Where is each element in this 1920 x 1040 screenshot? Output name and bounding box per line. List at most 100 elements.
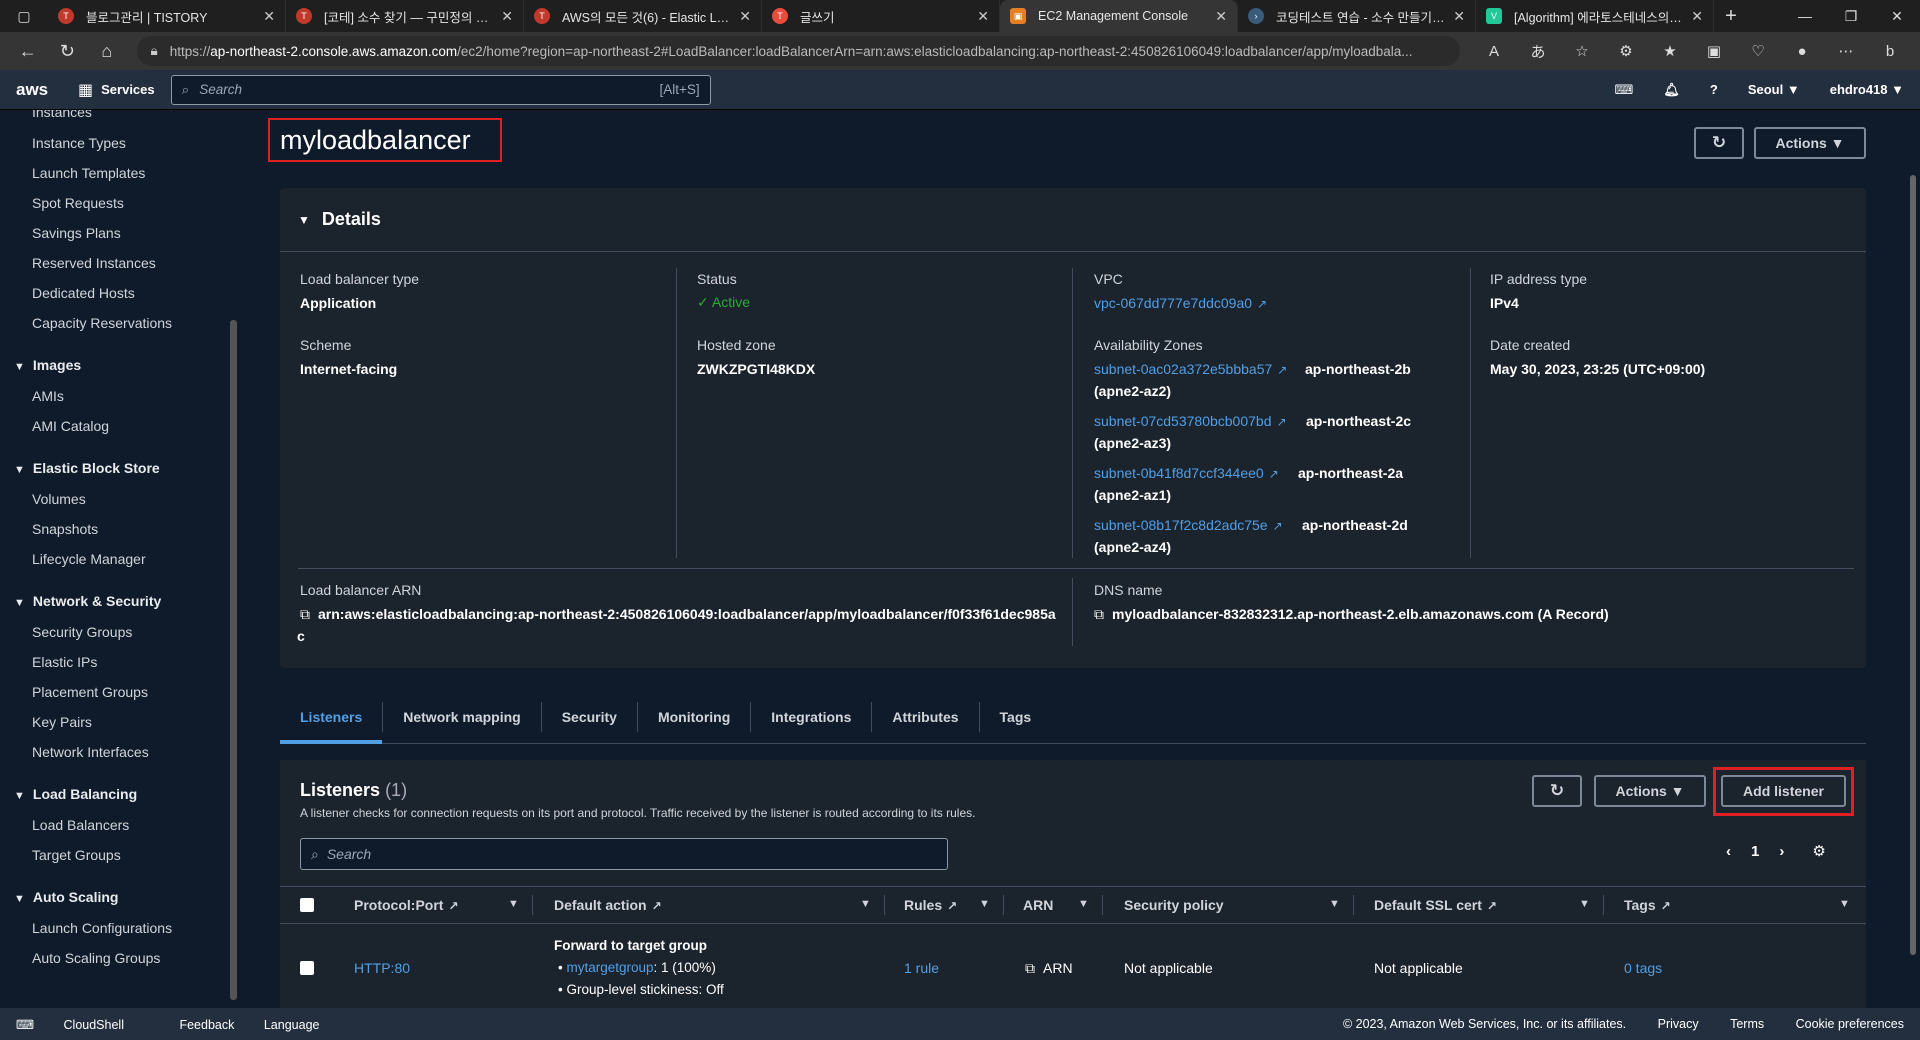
close-tab-icon[interactable]: ✕ bbox=[1691, 8, 1703, 25]
read-aloud-icon[interactable]: A bbox=[1472, 35, 1516, 67]
col-tags[interactable]: Tags ↗ bbox=[1624, 897, 1671, 913]
terms-link[interactable]: Terms bbox=[1730, 1017, 1764, 1031]
health-icon[interactable]: ♡ bbox=[1736, 35, 1780, 67]
region-selector[interactable]: Seoul ▼ bbox=[1748, 82, 1800, 97]
sidebar-item-reserved-instances[interactable]: Reserved Instances bbox=[32, 255, 156, 271]
tab-security[interactable]: Security bbox=[542, 701, 638, 732]
current-page[interactable]: 1 bbox=[1751, 843, 1759, 860]
back-icon[interactable]: ← bbox=[8, 35, 48, 67]
listeners-refresh-button[interactable]: ↻ bbox=[1532, 775, 1582, 807]
sidebar-section-network[interactable]: ▼ Network & Security bbox=[14, 593, 161, 609]
sidebar-item-placement-groups[interactable]: Placement Groups bbox=[32, 684, 148, 700]
tab-monitoring[interactable]: Monitoring bbox=[638, 701, 752, 732]
sort-caret-icon[interactable]: ▼ bbox=[1078, 898, 1089, 910]
account-menu[interactable]: ehdro418 ▼ bbox=[1830, 82, 1904, 97]
url-field[interactable]: 🔒︎ https://ap-northeast-2.console.aws.am… bbox=[136, 36, 1461, 66]
refresh-icon[interactable]: ↻ bbox=[48, 35, 88, 67]
col-arn[interactable]: ARN bbox=[1023, 897, 1053, 913]
sidebar-item-network-interfaces[interactable]: Network Interfaces bbox=[32, 744, 149, 760]
sidebar-section-images[interactable]: ▼ Images bbox=[14, 357, 81, 373]
sort-caret-icon[interactable]: ▼ bbox=[508, 898, 519, 910]
sort-caret-icon[interactable]: ▼ bbox=[1839, 898, 1850, 910]
privacy-link[interactable]: Privacy bbox=[1658, 1017, 1699, 1031]
tab-integrations[interactable]: Integrations bbox=[751, 701, 873, 732]
profile-avatar-icon[interactable]: ● bbox=[1780, 35, 1824, 67]
subnet-link[interactable]: subnet-0ac02a372e5bbba57 ↗ bbox=[1094, 361, 1287, 377]
tags-link[interactable]: 0 tags bbox=[1624, 960, 1662, 976]
tab-network-mapping[interactable]: Network mapping bbox=[383, 701, 542, 732]
minimize-icon[interactable]: — bbox=[1782, 0, 1828, 32]
tab-attributes[interactable]: Attributes bbox=[872, 701, 980, 732]
rules-link[interactable]: 1 rule bbox=[904, 960, 939, 976]
extensions-icon[interactable]: ⚙ bbox=[1604, 35, 1648, 67]
sidebar-section-ebs[interactable]: ▼ Elastic Block Store bbox=[14, 460, 160, 476]
refresh-button[interactable]: ↻ bbox=[1694, 127, 1744, 159]
close-tab-icon[interactable]: ✕ bbox=[1453, 8, 1465, 25]
next-page-icon[interactable]: › bbox=[1779, 843, 1784, 860]
listeners-actions-button[interactable]: Actions ▼ bbox=[1594, 775, 1706, 807]
sidebar-item-amis[interactable]: AMIs bbox=[32, 388, 64, 404]
target-group-link[interactable]: mytargetgroup bbox=[566, 960, 653, 975]
listeners-search-input[interactable]: ⌕ Search bbox=[300, 838, 948, 870]
browser-tab[interactable]: T 글쓰기 ✕ bbox=[762, 0, 1000, 32]
col-rules[interactable]: Rules ↗ bbox=[904, 897, 957, 913]
subnet-link[interactable]: subnet-07cd53780bcb007bd ↗ bbox=[1094, 413, 1287, 429]
sort-caret-icon[interactable]: ▼ bbox=[1329, 898, 1340, 910]
sidebar-item-volumes[interactable]: Volumes bbox=[32, 491, 86, 507]
page-scrollbar-thumb[interactable] bbox=[1910, 175, 1916, 955]
copy-icon[interactable]: ⧉ bbox=[300, 606, 310, 622]
browser-tab-active[interactable]: ▣ EC2 Management Console ✕ bbox=[1000, 0, 1238, 32]
prev-page-icon[interactable]: ‹ bbox=[1726, 843, 1731, 860]
language-link[interactable]: Language bbox=[264, 1018, 320, 1032]
vpc-link[interactable]: vpc-067dd777e7ddc09a0 ↗ bbox=[1094, 295, 1267, 311]
subnet-link[interactable]: subnet-0b41f8d7ccf344ee0 ↗ bbox=[1094, 465, 1279, 481]
close-tab-icon[interactable]: ✕ bbox=[1215, 8, 1227, 25]
cloudshell-icon[interactable]: ⌨ bbox=[1615, 82, 1634, 98]
feedback-link[interactable]: Feedback bbox=[179, 1018, 234, 1032]
sidebar-item-target-groups[interactable]: Target Groups bbox=[32, 847, 121, 863]
sidebar-item-capacity-reservations[interactable]: Capacity Reservations bbox=[32, 315, 172, 331]
sort-caret-icon[interactable]: ▼ bbox=[979, 898, 990, 910]
sidebar-item-elastic-ips[interactable]: Elastic IPs bbox=[32, 654, 97, 670]
sidebar-item-launch-templates[interactable]: Launch Templates bbox=[32, 165, 145, 181]
sidebar-item-ami-catalog[interactable]: AMI Catalog bbox=[32, 418, 109, 434]
browser-tab[interactable]: T AWS의 모든 것(6) - Elastic Load ✕ bbox=[524, 0, 762, 32]
sidebar-scrollbar-thumb[interactable] bbox=[230, 320, 237, 1000]
actions-button[interactable]: Actions ▼ bbox=[1754, 127, 1866, 159]
browser-tab[interactable]: T [코테] 소수 찾기 — 구민정의 개발 ✕ bbox=[286, 0, 524, 32]
details-header[interactable]: ▼ Details bbox=[280, 188, 1866, 252]
close-tab-icon[interactable]: ✕ bbox=[739, 8, 751, 25]
tab-tags[interactable]: Tags bbox=[980, 702, 1052, 732]
favorites-icon[interactable]: ★ bbox=[1648, 35, 1692, 67]
close-window-icon[interactable]: ✕ bbox=[1874, 0, 1920, 32]
notifications-icon[interactable]: 🔔︎ bbox=[1663, 82, 1680, 98]
help-icon[interactable]: ? bbox=[1710, 82, 1718, 97]
translate-icon[interactable]: あ bbox=[1516, 35, 1560, 67]
sidebar-item-load-balancers[interactable]: Load Balancers bbox=[32, 817, 129, 833]
more-menu-icon[interactable]: ⋯ bbox=[1824, 35, 1868, 67]
sidebar-item-launch-configurations[interactable]: Launch Configurations bbox=[32, 920, 172, 936]
sidebar-section-auto-scaling[interactable]: ▼ Auto Scaling bbox=[14, 889, 118, 905]
protocol-port-link[interactable]: HTTP:80 bbox=[354, 960, 410, 976]
close-tab-icon[interactable]: ✕ bbox=[501, 8, 513, 25]
cloudshell-link[interactable]: ⌨ CloudShell bbox=[16, 1018, 150, 1032]
services-menu[interactable]: ▦ Services bbox=[78, 80, 155, 100]
close-tab-icon[interactable]: ✕ bbox=[977, 8, 989, 25]
col-default-ssl-cert[interactable]: Default SSL cert ↗ bbox=[1374, 897, 1497, 913]
favorite-star-icon[interactable]: ☆ bbox=[1560, 35, 1604, 67]
select-all-checkbox[interactable] bbox=[300, 898, 314, 912]
sidebar-item-savings-plans[interactable]: Savings Plans bbox=[32, 225, 121, 241]
sidebar-item-instances[interactable]: Instances bbox=[32, 110, 92, 120]
col-default-action[interactable]: Default action ↗ bbox=[554, 897, 662, 913]
aws-search-input[interactable]: ⌕ Search [Alt+S] bbox=[170, 74, 711, 105]
sidebar-item-lifecycle-manager[interactable]: Lifecycle Manager bbox=[32, 551, 146, 567]
sidebar-section-load-balancing[interactable]: ▼ Load Balancing bbox=[14, 786, 137, 802]
bing-icon[interactable]: b bbox=[1868, 35, 1912, 67]
sort-caret-icon[interactable]: ▼ bbox=[860, 898, 871, 910]
new-tab-button[interactable]: + bbox=[1714, 0, 1748, 32]
browser-tab[interactable]: T 블로그관리 | TISTORY ✕ bbox=[48, 0, 286, 32]
tab-listeners[interactable]: Listeners bbox=[280, 701, 384, 732]
aws-logo[interactable]: aws bbox=[16, 80, 66, 100]
sidebar-item-snapshots[interactable]: Snapshots bbox=[32, 521, 98, 537]
sidebar-item-dedicated-hosts[interactable]: Dedicated Hosts bbox=[32, 285, 135, 301]
